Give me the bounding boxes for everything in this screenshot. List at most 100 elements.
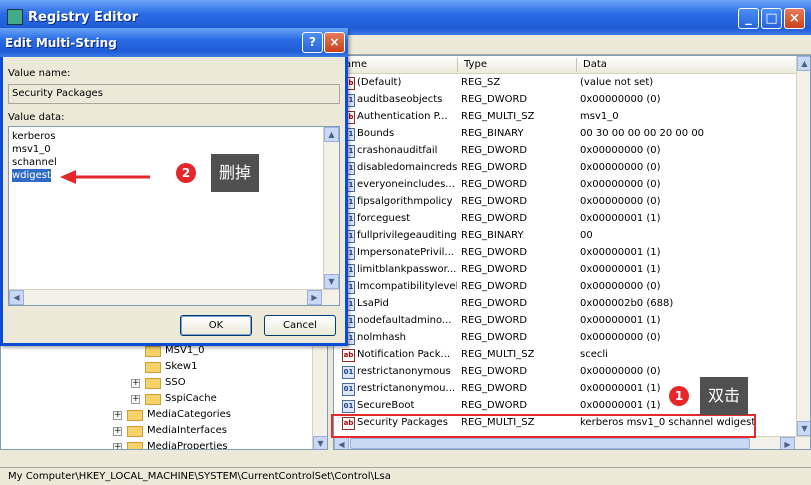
close-button[interactable]: × <box>784 8 805 29</box>
binary-value-icon: 01 <box>342 366 355 379</box>
value-line-selected[interactable]: wdigest <box>12 169 51 182</box>
folder-icon <box>145 362 161 373</box>
table-row[interactable]: 01 fullprivilegeauditing REG_BINARY 00 <box>334 228 804 245</box>
table-row[interactable]: 01 nodefaultadmino... REG_DWORD 0x00000001 … <box>334 313 804 330</box>
value-line[interactable]: schannel <box>12 156 57 169</box>
value-name-cell: SecureBoot <box>357 400 415 411</box>
help-button[interactable]: ? <box>302 32 323 53</box>
value-type-cell: REG_DWORD <box>461 366 528 377</box>
value-data-textarea[interactable]: kerberos msv1_0 schannel wdigest ▲ ▼ ◀ ▶ <box>8 126 340 306</box>
value-type-cell: REG_BINARY <box>461 128 524 139</box>
list-vscrollbar[interactable]: ▲ ▼ <box>796 56 810 436</box>
value-type-cell: REG_DWORD <box>461 179 528 190</box>
value-type-cell: REG_DWORD <box>461 281 528 292</box>
value-line[interactable]: kerberos <box>12 130 55 143</box>
value-data-label: Value data: <box>8 112 65 123</box>
table-row[interactable]: 01 nolmhash REG_DWORD 0x00000000 (0) <box>334 330 804 347</box>
value-name-cell: forceguest <box>357 213 411 224</box>
column-type[interactable]: Type <box>464 59 487 70</box>
expand-icon[interactable]: + <box>131 379 140 388</box>
security-packages-highlight <box>331 414 756 438</box>
table-row[interactable]: 01 lmcompatibilitylevel REG_DWORD 0x0000000… <box>334 279 804 296</box>
value-line[interactable]: msv1_0 <box>12 143 51 156</box>
value-data-cell: 00 30 00 00 00 20 00 00 <box>580 128 705 139</box>
value-type-cell: REG_DWORD <box>461 196 528 207</box>
expand-icon[interactable]: + <box>113 411 122 420</box>
maximize-button[interactable]: □ <box>761 8 782 29</box>
tree-scroll-down-icon[interactable]: ▼ <box>313 436 327 449</box>
textarea-scroll-down-icon[interactable]: ▼ <box>324 274 339 289</box>
table-row[interactable]: 01 ImpersonatePrivil... REG_DWORD 0x0000000… <box>334 245 804 262</box>
table-row[interactable]: 01 limitblankpasswor... REG_DWORD 0x0000000… <box>334 262 804 279</box>
dialog-title: Edit Multi-String <box>5 36 117 50</box>
value-name-cell: nolmhash <box>357 332 406 343</box>
tree-item-label: Skew1 <box>165 361 198 372</box>
value-type-cell: REG_DWORD <box>461 264 528 275</box>
list-hscrollbar[interactable]: ◀ ▶ <box>334 436 810 449</box>
ok-button[interactable]: OK <box>180 315 252 336</box>
cancel-button[interactable]: Cancel <box>264 315 336 336</box>
value-type-cell: REG_DWORD <box>461 94 528 105</box>
column-name[interactable]: ame <box>345 59 367 70</box>
textarea-vscrollbar[interactable]: ▲ ▼ <box>323 127 339 289</box>
value-name-cell: restrictanonymou... <box>357 383 456 394</box>
minimize-button[interactable]: _ <box>738 8 759 29</box>
tree-vscrollbar[interactable]: ▼ <box>312 341 327 449</box>
table-row[interactable]: 01 fipsalgorithmpolicy REG_DWORD 0x00000000… <box>334 194 804 211</box>
table-row[interactable]: ab (Default) REG_SZ (value not set) <box>334 75 804 92</box>
value-data-cell: msv1_0 <box>580 111 619 122</box>
value-name-cell: limitblankpasswor... <box>357 264 457 275</box>
textarea-scroll-left-icon[interactable]: ◀ <box>9 290 24 305</box>
value-name-cell: everyoneincludes... <box>357 179 455 190</box>
value-data-cell: 0x000002b0 (688) <box>580 298 674 309</box>
column-data[interactable]: Data <box>583 59 607 70</box>
table-row[interactable]: 01 auditbaseobjects REG_DWORD 0x00000000 (0… <box>334 92 804 109</box>
value-name-label: Value name: <box>8 68 71 79</box>
value-data-cell: 0x00000000 (0) <box>580 162 661 173</box>
value-data-cell: 0x00000000 (0) <box>580 145 661 156</box>
table-row[interactable]: 01 crashonauditfail REG_DWORD 0x00000000 (0… <box>334 143 804 160</box>
value-data-cell: 0x00000001 (1) <box>580 264 661 275</box>
value-type-cell: REG_DWORD <box>461 145 528 156</box>
scroll-right-icon[interactable]: ▶ <box>780 437 795 449</box>
value-name-cell: fullprivilegeauditing <box>357 230 457 241</box>
value-name-cell: Bounds <box>357 128 395 139</box>
table-row[interactable]: 01 LsaPid REG_DWORD 0x000002b0 (688) <box>334 296 804 313</box>
dialog-titlebar[interactable]: Edit Multi-String ? × <box>0 28 348 57</box>
expand-icon[interactable]: + <box>113 427 122 436</box>
step2-note: 删掉 <box>211 154 260 192</box>
value-type-cell: REG_DWORD <box>461 400 528 411</box>
expand-icon[interactable]: + <box>131 395 140 404</box>
scroll-up-icon[interactable]: ▲ <box>797 56 810 71</box>
value-data-cell: 0x00000001 (1) <box>580 213 661 224</box>
tree-item-label: SspiCache <box>165 393 217 404</box>
value-type-cell: REG_DWORD <box>461 247 528 258</box>
folder-icon <box>127 426 143 437</box>
value-data-cell: 0x00000000 (0) <box>580 196 661 207</box>
status-bar: My Computer\HKEY_LOCAL_MACHINE\SYSTEM\Cu… <box>0 467 811 485</box>
folder-icon <box>145 394 161 405</box>
scroll-down-icon[interactable]: ▼ <box>797 421 810 436</box>
folder-icon <box>127 442 143 449</box>
table-row[interactable]: 01 everyoneincludes... REG_DWORD 0x00000000… <box>334 177 804 194</box>
table-row[interactable]: 01 forceguest REG_DWORD 0x00000001 (1) <box>334 211 804 228</box>
value-type-cell: REG_DWORD <box>461 213 528 224</box>
binary-value-icon: 01 <box>342 383 355 396</box>
table-row[interactable]: ab Authentication P... REG_MULTI_SZ msv1_0 <box>334 109 804 126</box>
key-tree[interactable]: MSV1_0 Skew1 + SSO + SspiCache + MediaCategorie… <box>0 340 328 450</box>
textarea-scroll-right-icon[interactable]: ▶ <box>307 290 322 305</box>
list-header: ame Type Data <box>334 56 804 74</box>
dialog-close-button[interactable]: × <box>324 32 345 53</box>
value-data-cell: 0x00000001 (1) <box>580 383 661 394</box>
tree-item-label: SSO <box>165 377 186 388</box>
hscroll-thumb[interactable] <box>350 438 750 449</box>
expand-icon[interactable]: + <box>113 443 122 449</box>
table-row[interactable]: 01 Bounds REG_BINARY 00 30 00 00 00 20 00 0… <box>334 126 804 143</box>
scroll-left-icon[interactable]: ◀ <box>334 437 349 449</box>
table-row[interactable]: 01 disabledomaincreds REG_DWORD 0x00000000 … <box>334 160 804 177</box>
tree-item-label: MSV1_0 <box>165 345 205 356</box>
textarea-hscrollbar[interactable]: ◀ ▶ <box>9 289 339 305</box>
value-data-cell: 00 <box>580 230 593 241</box>
table-row[interactable]: ab Notification Pack... REG_MULTI_SZ scecli <box>334 347 804 364</box>
textarea-scroll-up-icon[interactable]: ▲ <box>324 127 339 142</box>
